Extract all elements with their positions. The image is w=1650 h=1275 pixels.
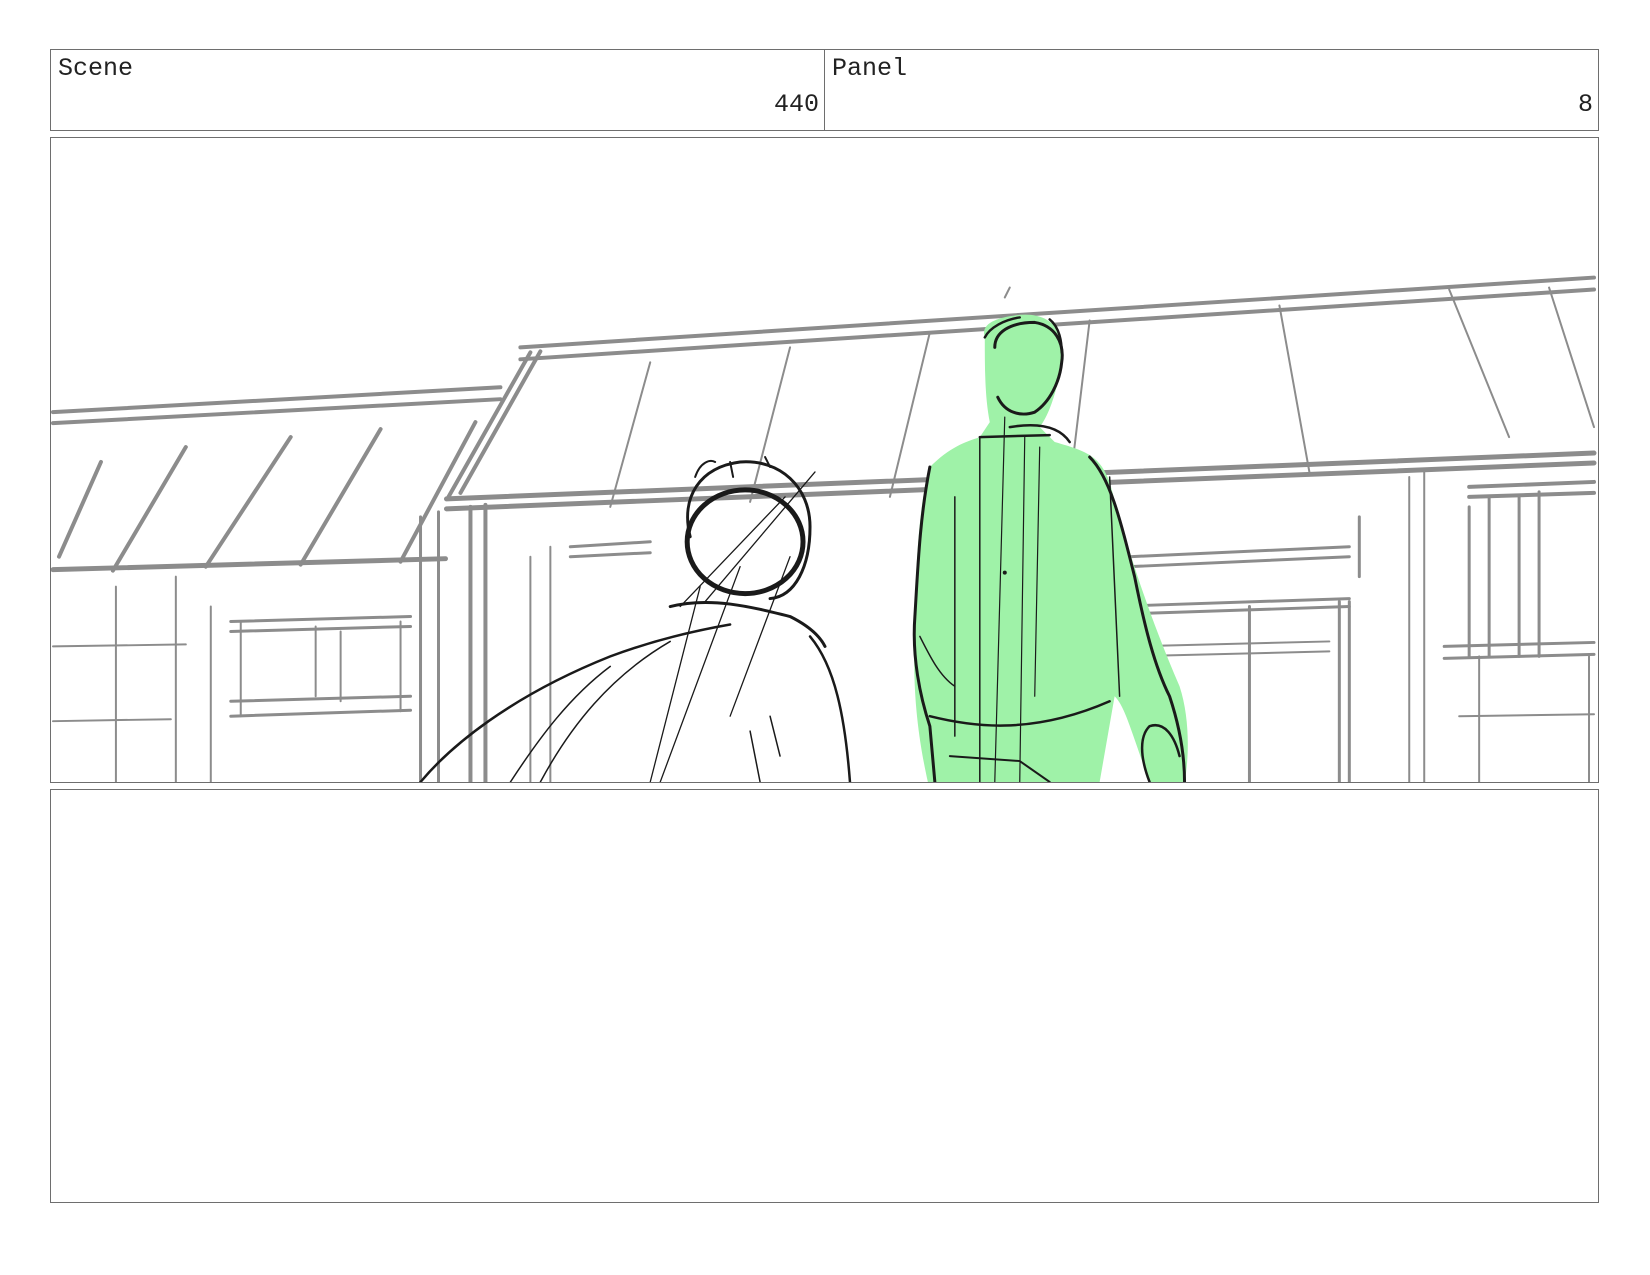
- highlighted-character: [912, 314, 1188, 782]
- panel-header: Scene 440 Panel 8: [50, 49, 1599, 131]
- background-buildings: [51, 275, 1597, 782]
- sketch-frame: [50, 137, 1599, 783]
- storyboard-sketch: [51, 275, 1597, 782]
- notes-box[interactable]: [50, 789, 1599, 1203]
- panel-cell: Panel 8: [824, 50, 1598, 130]
- scene-cell: Scene 440: [51, 50, 824, 130]
- panel-label: Panel: [832, 54, 908, 83]
- storyboard-page: Scene 440 Panel 8: [0, 0, 1650, 1275]
- scene-label: Scene: [58, 54, 134, 83]
- scene-number: 440: [773, 90, 819, 119]
- panel-number: 8: [1577, 90, 1593, 119]
